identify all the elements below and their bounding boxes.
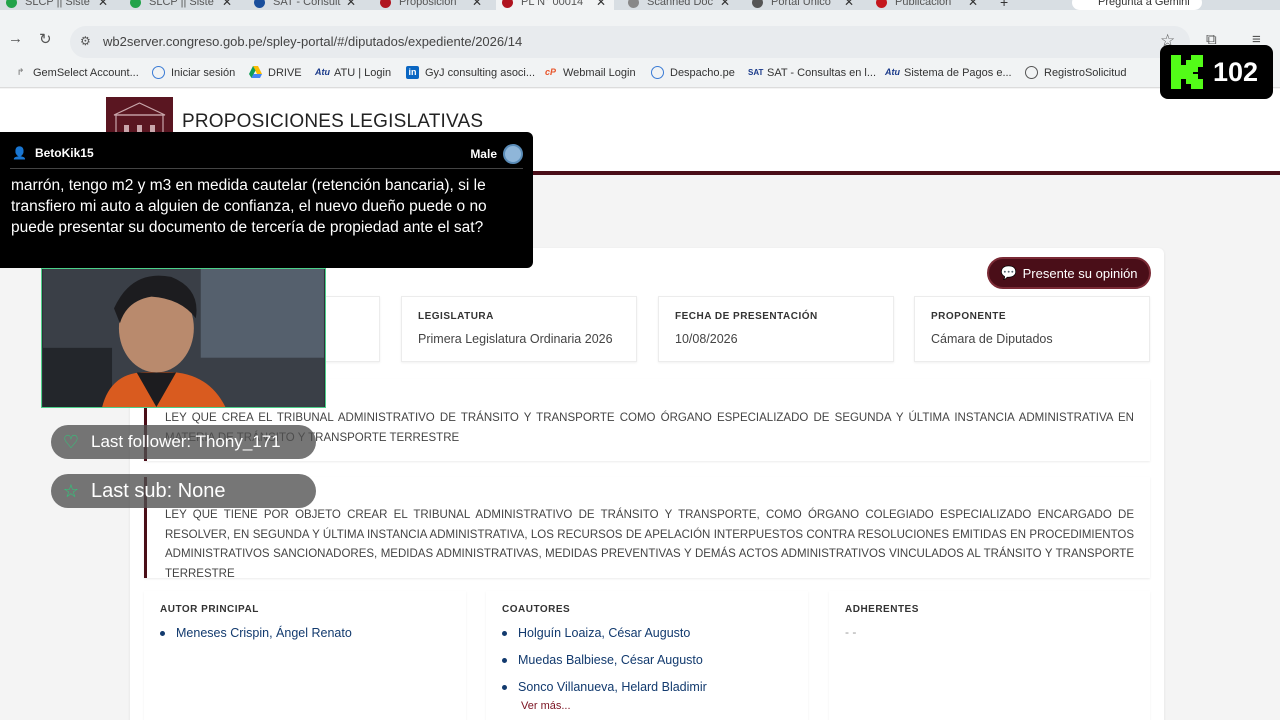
browser-tab[interactable]: Scanned Doc ✕ — [628, 0, 730, 10]
star-icon: ☆ — [62, 480, 80, 501]
tab-close-icon[interactable]: ✕ — [346, 0, 356, 9]
url-text[interactable]: wb2server.congreso.gob.pe/spley-portal/#… — [103, 34, 522, 49]
bookmark-item[interactable]: in GyJ consulting asoci... — [406, 66, 535, 79]
tab-favicon-icon — [380, 0, 391, 8]
coautor-link[interactable]: Muedas Balbiese, César Augusto — [502, 653, 792, 667]
gemselect-icon: ↱ — [16, 67, 25, 77]
meta-proponente: PROPONENTE Cámara de Diputados — [914, 296, 1150, 362]
present-opinion-button[interactable]: 💬 Presente su opinión — [987, 257, 1151, 289]
tab-favicon-icon — [752, 0, 763, 8]
adherentes-box: ADHERENTES - - — [829, 591, 1150, 720]
bookmark-item[interactable]: Iniciar sesión — [152, 66, 235, 79]
chat-bubble-icon: 💬 — [1000, 265, 1017, 280]
heart-icon: ♡ — [62, 431, 80, 452]
user-icon: 👤 — [12, 146, 27, 160]
tab-close-icon[interactable]: ✕ — [968, 0, 978, 9]
browser-tab[interactable]: Portal Único ✕ — [752, 0, 854, 10]
linkedin-icon: in — [406, 66, 419, 79]
chat-divider — [10, 168, 523, 169]
browser-tab[interactable]: SLCP || Siste ✕ — [130, 0, 232, 10]
sat-icon: SAT — [748, 68, 764, 77]
browser-tab[interactable]: Publicación ✕ — [876, 0, 978, 10]
site-info-icon[interactable]: ⚙ — [80, 34, 91, 48]
meta-legislatura: LEGISLATURA Primera Legislatura Ordinari… — [401, 296, 637, 362]
browser-toolbar: → ↻ ⚙ wb2server.congreso.gob.pe/spley-po… — [0, 10, 1280, 60]
coautor-link[interactable]: Holguín Loaiza, César Augusto — [502, 626, 792, 640]
sumilla-text: LEY QUE TIENE POR OBJETO CREAR EL TRIBUN… — [165, 509, 1134, 580]
bookmark-item[interactable]: ↱ GemSelect Account... — [14, 66, 139, 79]
atu-icon: Atu — [885, 67, 900, 77]
page-title: PROPOSICIONES LEGISLATIVAS — [182, 111, 484, 132]
kick-logo-icon — [1171, 55, 1203, 89]
autor-link[interactable]: Meneses Crispin, Ángel Renato — [160, 626, 450, 640]
tab-strip: SLCP || Siste ✕ SLCP || Siste ✕ SAT - Cons… — [0, 0, 1280, 10]
avatar — [503, 144, 523, 164]
globe-icon — [152, 66, 165, 79]
chat-gender: Male — [470, 144, 523, 164]
bullet-icon — [160, 630, 165, 636]
reload-icon[interactable]: ↻ — [39, 30, 52, 48]
browser-tab[interactable]: SLCP || Siste ✕ — [6, 0, 108, 10]
coautor-link[interactable]: Sonco Villanueva, Helard Bladimir — [502, 680, 792, 694]
bookmark-item[interactable]: Despacho.pe — [651, 66, 735, 79]
plus-icon: + — [1000, 0, 1009, 10]
browser-tab[interactable]: SAT - Consult ✕ — [254, 0, 356, 10]
bookmarks-bar: ↱ GemSelect Account... Iniciar sesión DRI… — [0, 60, 1280, 88]
meta-fecha: FECHA DE PRESENTACIÓN 10/08/2026 — [658, 296, 894, 362]
tab-favicon-icon — [502, 0, 513, 8]
tab-favicon-icon — [254, 0, 265, 8]
tab-favicon-icon — [628, 0, 639, 8]
bookmark-item[interactable]: Atu Sistema de Pagos e... — [885, 66, 1012, 79]
bullet-icon — [502, 630, 507, 636]
bookmark-item[interactable]: Atu ATU | Login — [315, 66, 391, 79]
browser-tab-active[interactable]: PL N° 00014 ✕ — [496, 0, 614, 10]
drive-icon — [249, 66, 262, 79]
ver-mas-link[interactable]: Ver más... — [521, 700, 792, 712]
tab-close-icon[interactable]: ✕ — [844, 0, 854, 9]
tab-close-icon[interactable]: ✕ — [222, 0, 232, 9]
gemini-button[interactable]: Pregunta a Gemini — [1072, 0, 1202, 10]
tab-close-icon[interactable]: ✕ — [596, 0, 606, 9]
last-sub-badge: ☆ Last sub: None — [51, 474, 316, 508]
tab-favicon-icon — [130, 0, 141, 8]
browser-tab[interactable]: Proposicion ✕ — [380, 0, 482, 10]
bookmark-item[interactable]: RegistroSolicitud — [1025, 66, 1127, 79]
globe-icon — [1025, 66, 1038, 79]
bullet-icon — [502, 657, 507, 663]
tab-close-icon[interactable]: ✕ — [720, 0, 730, 9]
chat-message: marrón, tengo m2 y m3 en medida cautelar… — [11, 177, 487, 236]
tab-favicon-icon — [876, 0, 887, 8]
viewer-count-badge: 102 — [1160, 45, 1273, 99]
chat-overlay: 👤 BetoKik15 Male marrón, tengo m2 y m3 en… — [0, 132, 533, 268]
tab-favicon-icon — [6, 0, 17, 8]
forward-icon[interactable]: → — [8, 30, 23, 47]
coautores-box: COAUTORES Holguín Loaiza, César Augusto … — [486, 591, 808, 720]
webcam-feed — [41, 268, 326, 408]
last-follower-badge: ♡ Last follower: Thony_171 — [51, 425, 316, 459]
bookmark-item[interactable]: cP Webmail Login — [544, 66, 636, 79]
tab-close-icon[interactable]: ✕ — [472, 0, 482, 9]
new-tab-button[interactable]: + — [1000, 0, 1008, 10]
autor-box: AUTOR PRINCIPAL Meneses Crispin, Ángel R… — [144, 591, 466, 720]
bookmark-item[interactable]: DRIVE — [249, 66, 302, 79]
tab-close-icon[interactable]: ✕ — [98, 0, 108, 9]
webmail-icon: cP — [544, 67, 556, 77]
atu-icon: Atu — [315, 67, 330, 77]
globe-icon — [651, 66, 664, 79]
bookmark-item[interactable]: SAT SAT - Consultas en l... — [748, 66, 876, 79]
chat-username: 👤 BetoKik15 — [12, 146, 94, 160]
bullet-icon — [502, 684, 507, 690]
